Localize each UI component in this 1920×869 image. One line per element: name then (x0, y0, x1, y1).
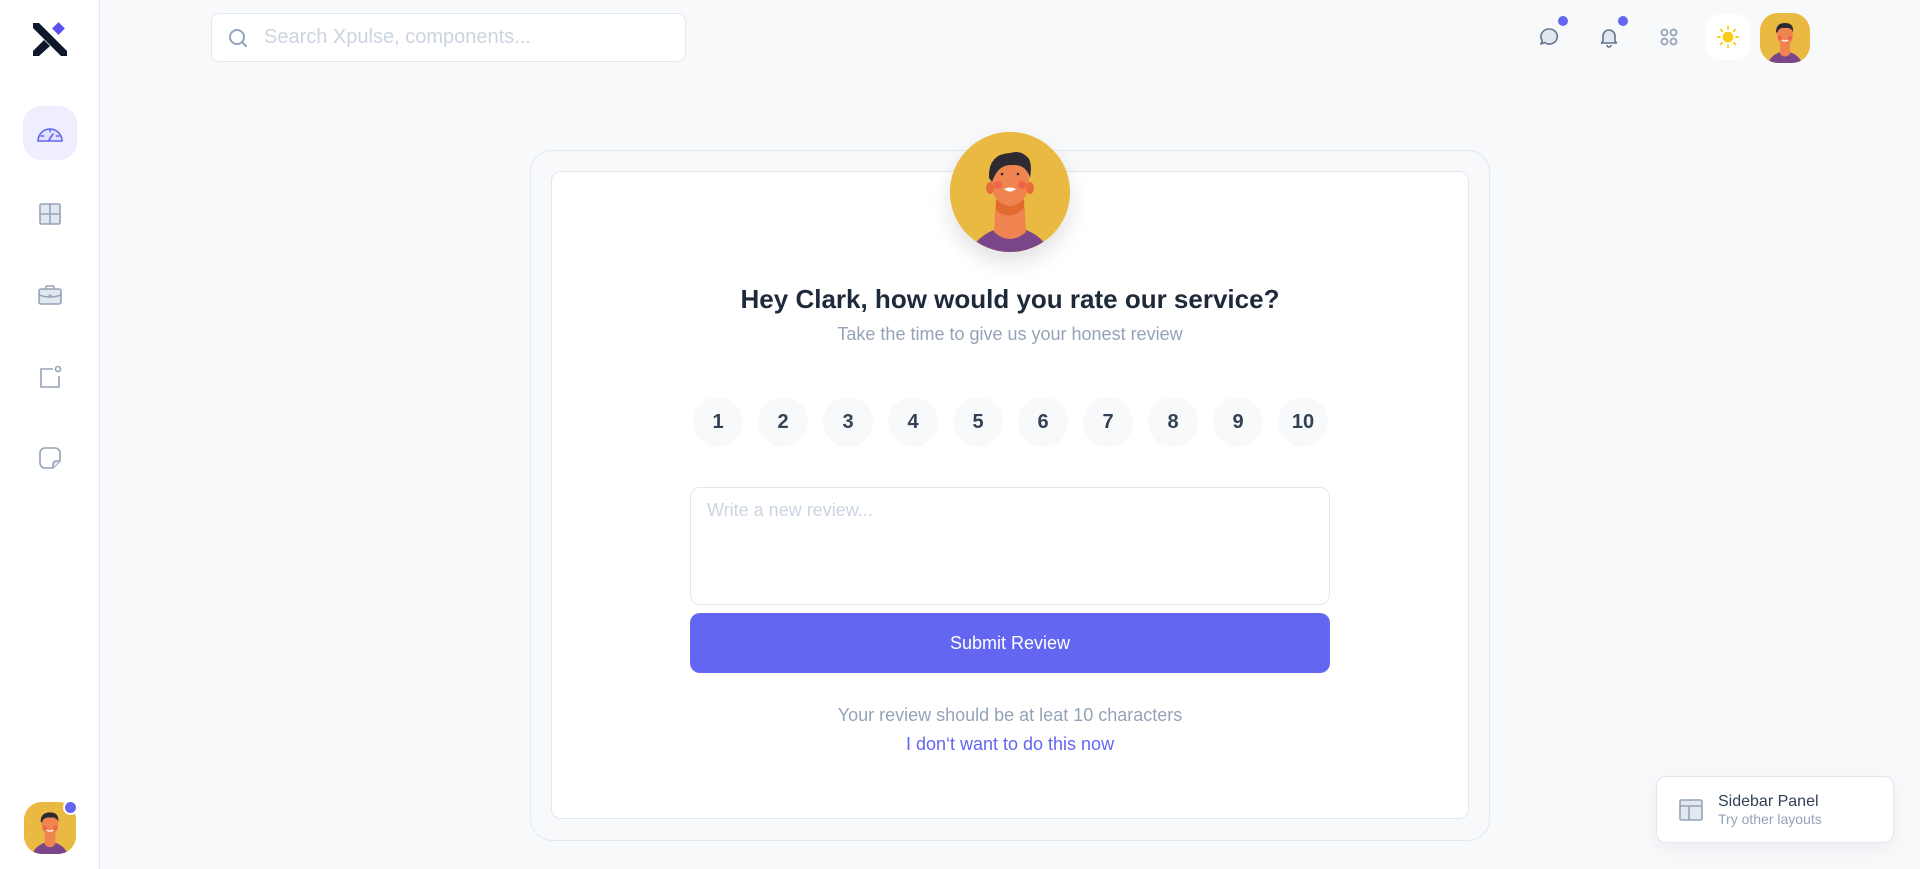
review-textarea[interactable] (691, 488, 1329, 604)
header-user-avatar[interactable] (1760, 13, 1810, 63)
notifications-button[interactable] (1586, 14, 1632, 60)
rating-option-9[interactable]: 9 (1213, 397, 1263, 447)
notifications-badge (1618, 16, 1628, 26)
messages-button[interactable] (1526, 14, 1572, 60)
search-icon (229, 28, 247, 47)
sidebar-panel-widget[interactable]: Sidebar Panel Try other layouts (1656, 776, 1894, 843)
theme-toggle-button[interactable] (1705, 14, 1751, 60)
rating-option-8[interactable]: 8 (1148, 397, 1198, 447)
search-input[interactable] (264, 26, 664, 49)
gauge-icon (37, 128, 63, 142)
rating-option-5[interactable]: 5 (953, 397, 1003, 447)
chat-bubble-icon (1540, 28, 1559, 45)
sidebar-item-notes[interactable] (23, 431, 77, 485)
rating-scale: 1 2 3 4 5 6 7 8 9 10 (693, 397, 1328, 447)
panel-widget-title: Sidebar Panel (1718, 792, 1819, 810)
sidebar-item-projects[interactable] (23, 268, 77, 322)
layout-icon (1679, 798, 1703, 821)
search-bar[interactable] (211, 13, 686, 62)
x-logo-icon[interactable] (30, 20, 70, 60)
review-subtitle: Take the time to give us your honest rev… (837, 324, 1183, 344)
review-length-hint: Your review should be at leat 10 charact… (837, 705, 1183, 725)
rating-option-10[interactable]: 10 (1278, 397, 1328, 447)
review-title: Hey Clark, how would you rate our servic… (740, 284, 1280, 314)
sticky-note-icon (39, 447, 61, 469)
skip-review-wrapper: I don‘t want to do this now (551, 734, 1469, 755)
apps-grid-icon (1660, 28, 1678, 46)
status-dot (63, 800, 78, 815)
sidebar (0, 0, 100, 869)
skip-review-link[interactable]: I don‘t want to do this now (906, 734, 1114, 754)
panel-widget-subtitle: Try other layouts (1718, 810, 1822, 827)
review-textarea-wrapper (690, 487, 1330, 605)
reviewer-avatar (950, 132, 1070, 252)
avatar-illustration (950, 132, 1070, 252)
messages-badge (1558, 16, 1568, 26)
rating-option-6[interactable]: 6 (1018, 397, 1068, 447)
submit-review-button[interactable]: Submit Review (690, 613, 1330, 673)
rating-option-4[interactable]: 4 (888, 397, 938, 447)
apps-button[interactable] (1646, 14, 1692, 60)
sidebar-item-notifications[interactable] (23, 350, 77, 404)
user-avatar[interactable] (24, 800, 78, 854)
rating-option-7[interactable]: 7 (1083, 397, 1133, 447)
briefcase-icon (38, 285, 62, 305)
sidebar-item-dashboard[interactable] (23, 106, 77, 160)
rating-option-2[interactable]: 2 (758, 397, 808, 447)
grid-icon (39, 203, 61, 225)
avatar-illustration (1760, 13, 1810, 63)
sidebar-item-layouts[interactable] (23, 187, 77, 241)
square-dot-icon (40, 365, 62, 388)
rating-option-1[interactable]: 1 (693, 397, 743, 447)
bell-icon (1600, 29, 1618, 48)
rating-option-3[interactable]: 3 (823, 397, 873, 447)
sun-icon (1716, 25, 1740, 49)
